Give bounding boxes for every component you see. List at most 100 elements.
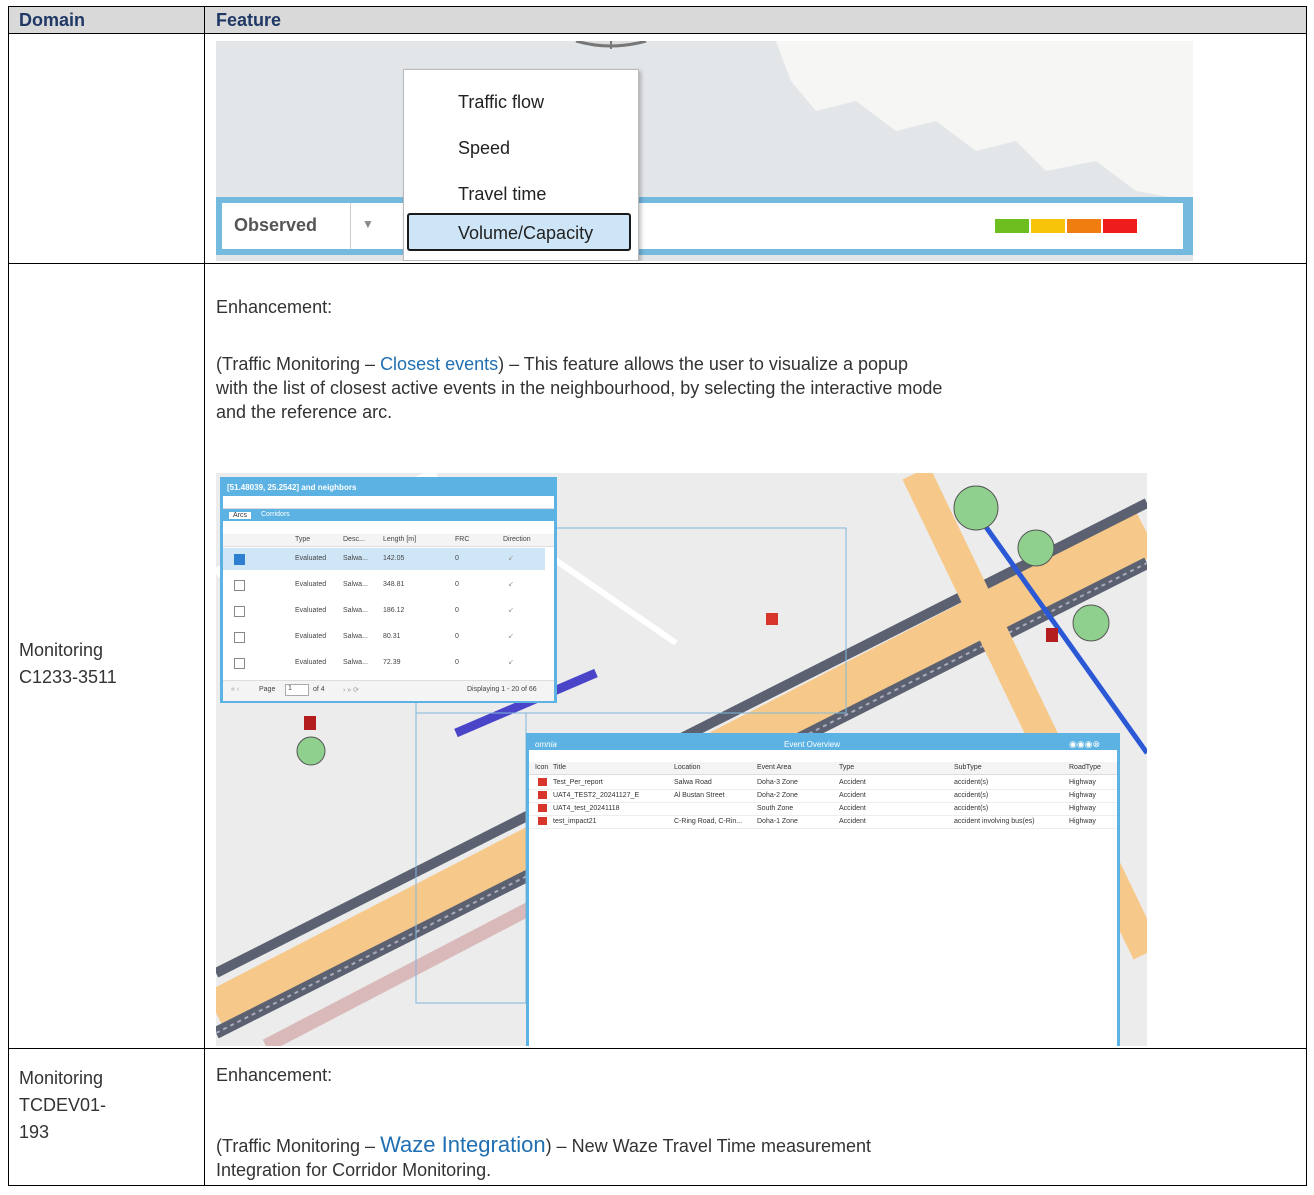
pager-label: Page [259, 686, 276, 693]
pager-total: of 4 [313, 686, 325, 693]
cell-location: Salwa Road [674, 779, 712, 786]
legend-color-orange [1067, 219, 1101, 233]
legend-color-yellow [1031, 219, 1065, 233]
row-divider [9, 263, 1306, 264]
cell-length: 142.05 [383, 555, 405, 562]
feature-table: Domain Feature Observed ▼ Traffic flow S… [8, 6, 1307, 1186]
cell-type: Evaluated [295, 581, 327, 588]
cell-type: Accident [839, 805, 866, 812]
row-checkbox[interactable] [234, 554, 245, 565]
observed-dropdown-value[interactable]: Observed [234, 215, 317, 236]
cell-location: Al Bustan Street [674, 792, 725, 799]
column-divider [204, 7, 205, 1185]
table-row[interactable]: Test_Per_report Salwa Road Doha-3 Zone Acci… [529, 776, 1117, 790]
col-length[interactable]: Length [m] [383, 536, 416, 543]
menu-item-traffic-flow[interactable]: Traffic flow [458, 92, 544, 113]
table-row[interactable]: Evaluated Salwa... 142.05 0 ↙ [223, 548, 545, 570]
menu-item-volume-capacity[interactable]: Volume/Capacity [458, 223, 593, 244]
layer-selector-screenshot: Observed ▼ Traffic flow Speed Travel tim… [216, 41, 1193, 261]
pager-status: Displaying 1 - 20 of 66 [467, 686, 537, 693]
closest-events-screenshot: [51.48039, 25.2542] and neighbors Arcs C… [216, 473, 1147, 1046]
col-location[interactable]: Location [674, 764, 700, 771]
cell-roadtype: Highway [1069, 779, 1096, 786]
event-icon [538, 804, 547, 812]
col-desc[interactable]: Desc... [343, 536, 365, 543]
cell-type: Accident [839, 818, 866, 825]
col-direction[interactable]: Direction [503, 536, 531, 543]
row1-description: (Traffic Monitoring – Closest events) – … [216, 354, 943, 422]
cell-type: Evaluated [295, 633, 327, 640]
window-controls-icon[interactable]: ◉◉◉⊗ [1069, 737, 1100, 751]
row-checkbox[interactable] [234, 658, 245, 669]
cell-type: Evaluated [295, 659, 327, 666]
table-row[interactable]: UAT4_TEST2_20241127_E Al Bustan Street Doh… [529, 789, 1117, 803]
table-row[interactable]: UAT4_test_20241118 South Zone Accident acci… [529, 802, 1117, 816]
layer-menu: Traffic flow Speed Travel time Volume/Ca… [403, 69, 639, 261]
col-subtype[interactable]: SubType [954, 764, 982, 771]
cell-length: 80.31 [383, 633, 401, 640]
cell-subtype: accident(s) [954, 779, 989, 786]
col-type[interactable]: Type [295, 536, 310, 543]
omnia-logo: omnia [535, 740, 557, 749]
row2-domain: Monitoring TCDEV01- 193 [19, 1068, 107, 1142]
row2-enhancement-label: Enhancement: [216, 1065, 333, 1085]
event-icon [538, 817, 547, 825]
domain-column-header: Domain [19, 10, 86, 30]
cell-type: Evaluated [295, 555, 327, 562]
tab-arcs[interactable]: Arcs [229, 512, 251, 519]
cell-frc: 0 [455, 581, 459, 588]
waze-integration-link[interactable]: Waze Integration [380, 1132, 546, 1157]
menu-item-speed[interactable]: Speed [458, 138, 510, 159]
row-checkbox[interactable] [234, 606, 245, 617]
cell-frc: 0 [455, 659, 459, 666]
cell-title: UAT4_TEST2_20241127_E [553, 792, 640, 799]
event-window-titlebar: omnia Event Overview ◉◉◉⊗ [529, 736, 1117, 750]
col-roadtype[interactable]: RoadType [1069, 764, 1101, 771]
row-checkbox[interactable] [234, 580, 245, 591]
row1-domain: Monitoring C1233-3511 [19, 640, 117, 687]
event-overview-window: omnia Event Overview ◉◉◉⊗ Icon Title Loc… [526, 733, 1120, 1046]
cell-frc: 0 [455, 555, 459, 562]
feature-column-header: Feature [216, 10, 282, 30]
table-row[interactable]: Evaluated Salwa... 348.81 0 ↙ [223, 574, 545, 596]
row-checkbox[interactable] [234, 632, 245, 643]
menu-item-travel-time[interactable]: Travel time [458, 184, 546, 205]
closest-events-link[interactable]: Closest events [380, 354, 498, 374]
cell-desc: Salwa... [343, 581, 368, 588]
table-row[interactable]: test_impact21 C-Ring Road, C-Rin... Doha-1… [529, 815, 1117, 829]
cell-desc: Salwa... [343, 633, 368, 640]
cell-subtype: accident(s) [954, 805, 989, 812]
cell-title: UAT4_test_20241118 [553, 805, 620, 812]
cell-roadtype: Highway [1069, 805, 1096, 812]
cell-frc: 0 [455, 607, 459, 614]
event-icon [538, 778, 547, 786]
table-row[interactable]: Evaluated Salwa... 186.12 0 ↙ [223, 600, 545, 622]
legend-color-green [995, 219, 1029, 233]
col-event-area[interactable]: Event Area [757, 764, 791, 771]
cell-roadtype: Highway [1069, 792, 1096, 799]
arcs-neighbors-window: [51.48039, 25.2542] and neighbors Arcs C… [220, 477, 557, 703]
col-title[interactable]: Title [553, 764, 566, 771]
col-type[interactable]: Type [839, 764, 854, 771]
row-divider [9, 1048, 1306, 1049]
table-row[interactable]: Evaluated Salwa... 72.39 0 ↙ [223, 652, 545, 674]
cell-length: 348.81 [383, 581, 405, 588]
direction-arrow-icon: ↙ [508, 659, 514, 666]
event-icon [538, 791, 547, 799]
tab-corridors[interactable]: Corridors [261, 511, 290, 518]
cell-desc: Salwa... [343, 659, 368, 666]
chevron-down-icon[interactable]: ▼ [362, 217, 374, 231]
direction-arrow-icon: ↙ [508, 555, 514, 562]
direction-arrow-icon: ↙ [508, 633, 514, 640]
arcs-window-title: [51.48039, 25.2542] and neighbors [223, 480, 554, 496]
col-frc[interactable]: FRC [455, 536, 469, 543]
row1-enhancement-label: Enhancement: [216, 297, 333, 317]
cell-type: Accident [839, 779, 866, 786]
cell-title: test_impact21 [553, 818, 597, 825]
pager-page-input[interactable]: 1 [285, 684, 309, 696]
observed-toolbar: Observed ▼ [216, 197, 1193, 255]
table-row[interactable]: Evaluated Salwa... 80.31 0 ↙ [223, 626, 545, 648]
col-icon[interactable]: Icon [535, 764, 548, 771]
cell-title: Test_Per_report [553, 779, 603, 786]
cell-length: 72.39 [383, 659, 401, 666]
